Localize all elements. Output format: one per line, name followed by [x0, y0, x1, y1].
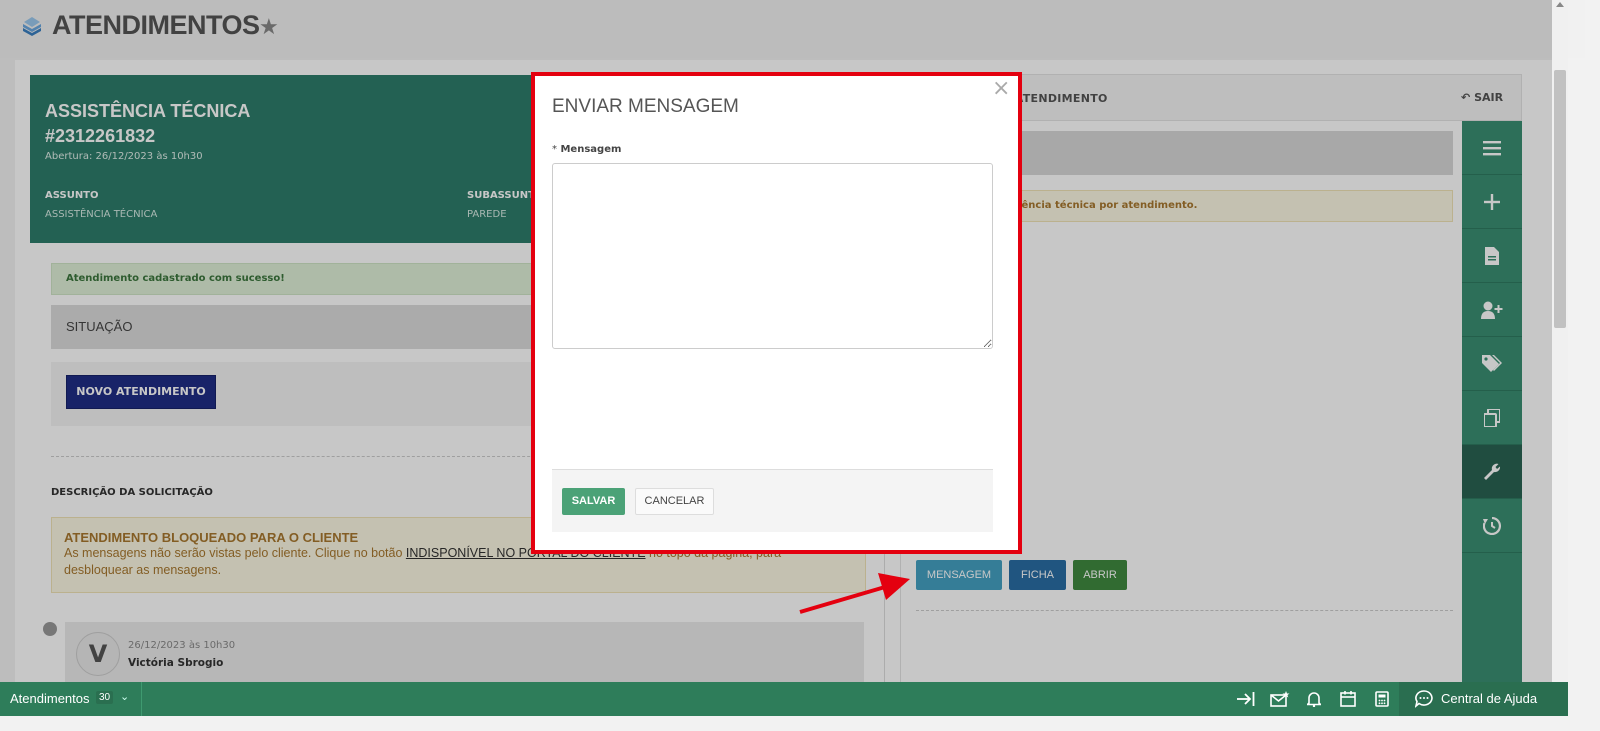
help-center-button[interactable]: Central de Ajuda	[1399, 682, 1568, 716]
attendance-count-badge: 30	[96, 691, 114, 704]
separator	[141, 682, 142, 716]
close-icon[interactable]: ×	[992, 78, 1010, 100]
cancelar-button[interactable]: CANCELAR	[635, 488, 714, 515]
message-textarea[interactable]	[552, 163, 993, 349]
collapse-right-icon[interactable]	[1236, 689, 1256, 709]
salvar-button[interactable]: SALVAR	[562, 488, 625, 515]
chat-bubble-icon	[1415, 690, 1433, 708]
modal-title: ENVIAR MENSAGEM	[552, 96, 739, 117]
message-field-label-text: Mensagem	[560, 144, 622, 155]
scroll-up-icon[interactable]	[1556, 2, 1564, 7]
scroll-thumb[interactable]	[1554, 70, 1566, 328]
required-mark: *	[552, 144, 557, 155]
bottom-bar-label[interactable]: Atendimentos	[10, 691, 90, 706]
message-field-label: * Mensagem	[552, 144, 621, 155]
bottom-bar: Atendimentos 30 ⌄ Central de Ajuda	[0, 682, 1568, 716]
calculator-icon[interactable]	[1372, 689, 1392, 709]
help-center-label: Central de Ajuda	[1441, 691, 1538, 706]
bell-icon[interactable]	[1304, 689, 1324, 709]
calendar-icon[interactable]	[1338, 689, 1358, 709]
mail-star-icon[interactable]	[1270, 689, 1290, 709]
modal-footer: SALVAR CANCELAR	[552, 469, 993, 532]
chevron-down-icon[interactable]: ⌄	[120, 690, 129, 703]
